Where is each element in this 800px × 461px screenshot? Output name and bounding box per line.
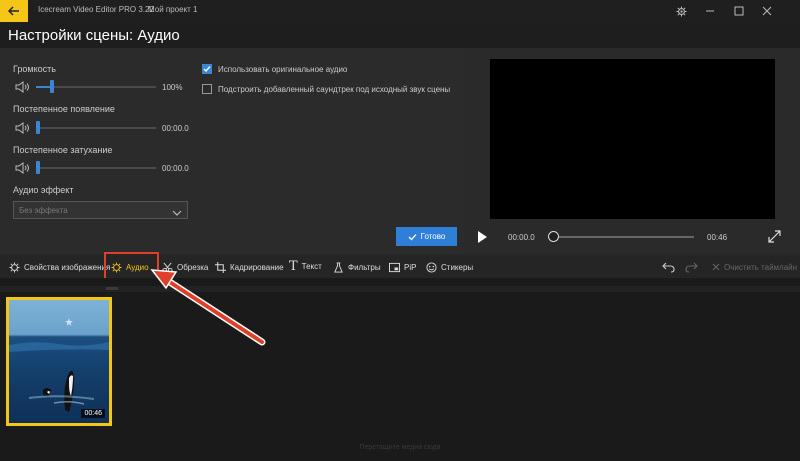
tool-crop[interactable]: Кадрирование (215, 260, 284, 274)
audio-effect-label: Аудио эффект (13, 185, 74, 195)
speaker-icon (15, 121, 31, 139)
tool-text-label: Текст (301, 261, 322, 271)
fade-in-thumb[interactable] (36, 121, 40, 134)
expand-icon (768, 230, 781, 243)
clip-thumbnail (9, 300, 109, 423)
speaker-icon (15, 80, 31, 98)
play-button[interactable] (476, 230, 488, 249)
filter-icon (334, 261, 343, 273)
speaker-icon (15, 161, 31, 179)
redo-icon (685, 262, 698, 273)
tool-stickers[interactable]: Стикеры (426, 260, 473, 274)
crop-icon (215, 261, 226, 273)
volume-label: Громкость (13, 64, 56, 74)
volume-thumb[interactable] (50, 80, 54, 93)
volume-fill (36, 86, 50, 88)
duration: 00:46 (707, 233, 728, 242)
redo-button[interactable] (685, 260, 698, 278)
scissors-icon (162, 262, 173, 273)
timeline (0, 278, 800, 461)
maximize-button[interactable] (731, 3, 747, 19)
text-icon: T (289, 258, 298, 274)
done-button[interactable]: Готово (396, 227, 457, 246)
clear-timeline-button[interactable]: Очистить таймлайн (712, 260, 797, 274)
tool-stickers-label: Стикеры (441, 262, 474, 272)
tool-filters[interactable]: Фильтры (333, 260, 381, 274)
fit-soundtrack-label: Подстроить добавленный саундтрек под исх… (218, 84, 451, 94)
volume-value: 100% (162, 83, 183, 92)
tool-filters-label: Фильтры (348, 262, 381, 272)
timeline-clip[interactable]: 00:46 (6, 297, 112, 426)
minimize-button[interactable] (702, 3, 718, 19)
tool-image-properties-label: Свойства изображения (24, 262, 111, 272)
video-preview (490, 59, 775, 219)
seek-bar[interactable] (552, 236, 694, 238)
timeline-drop-hint: Перетащите медиа сюда (359, 444, 441, 451)
tool-pip[interactable]: PiP (389, 260, 416, 274)
orca-image (9, 318, 109, 412)
use-original-audio-option[interactable]: Использовать оригинальное аудио (202, 64, 347, 74)
undo-button[interactable] (662, 260, 675, 278)
fade-out-label: Постепенное затухание (13, 145, 113, 155)
minimize-icon (706, 10, 714, 12)
done-label: Готово (420, 232, 446, 241)
tool-image-properties[interactable]: Свойства изображения (9, 260, 110, 274)
close-button[interactable] (759, 3, 775, 19)
maximize-icon (734, 6, 744, 16)
title-bar: Icecream Video Editor PRO 3.22 Мой проек… (0, 0, 800, 22)
tool-crop-label: Кадрирование (230, 262, 284, 272)
tool-trim-label: Обрезка (177, 262, 209, 272)
fade-in-label: Постепенное появление (13, 104, 115, 114)
app-title: Icecream Video Editor PRO 3.22 (38, 5, 154, 14)
check-icon (408, 233, 417, 240)
back-button[interactable] (0, 0, 28, 22)
settings-button[interactable] (673, 3, 689, 19)
audio-highlight-box (104, 252, 159, 280)
audio-effect-value: Без эффекта (19, 206, 68, 215)
project-title: Мой проект 1 (148, 5, 198, 14)
clear-timeline-label: Очистить таймлайн (724, 262, 798, 272)
tool-trim[interactable]: Обрезка (162, 260, 208, 274)
fade-out-value: 00:00.0 (162, 164, 189, 173)
smiley-icon (426, 261, 437, 273)
check-icon (203, 66, 211, 73)
fade-out-thumb[interactable] (36, 161, 40, 174)
gear-icon (9, 261, 20, 273)
current-time: 00:00.0 (508, 233, 535, 242)
close-icon (762, 6, 772, 16)
arrow-left-icon (8, 6, 19, 16)
pip-icon (389, 262, 400, 272)
clip-duration: 00:46 (81, 409, 105, 418)
fit-soundtrack-checkbox[interactable] (202, 84, 212, 94)
audio-effect-select[interactable]: Без эффекта (13, 201, 188, 219)
timeline-ruler[interactable] (0, 286, 800, 292)
play-icon (478, 231, 487, 243)
use-original-audio-label: Использовать оригинальное аудио (218, 64, 348, 74)
fit-soundtrack-option[interactable]: Подстроить добавленный саундтрек под исх… (202, 84, 450, 94)
use-original-audio-checkbox[interactable] (202, 64, 212, 74)
tool-pip-label: PiP (404, 262, 417, 272)
fullscreen-button[interactable] (768, 230, 781, 248)
timeline-playhead[interactable] (106, 287, 118, 290)
chevron-down-icon (172, 205, 182, 223)
undo-icon (662, 262, 675, 273)
close-icon (712, 263, 720, 271)
page-title: Настройки сцены: Аудио (8, 27, 180, 44)
fade-in-value: 00:00.0 (162, 124, 189, 133)
seek-thumb[interactable] (548, 231, 559, 242)
tool-text[interactable]: T Текст (289, 258, 322, 274)
gear-icon (675, 5, 687, 17)
